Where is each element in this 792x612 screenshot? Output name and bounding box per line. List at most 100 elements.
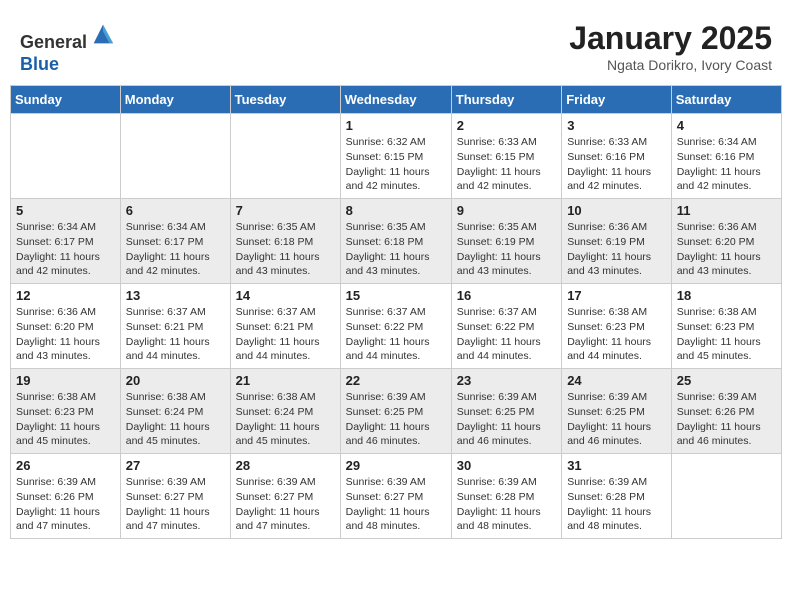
calendar-week-3: 12 Sunrise: 6:36 AM Sunset: 6:20 PM Dayli… — [11, 284, 782, 369]
day-number: 18 — [677, 288, 776, 303]
calendar-week-5: 26 Sunrise: 6:39 AM Sunset: 6:26 PM Dayli… — [11, 454, 782, 539]
calendar-cell: 9Sunrise: 6:35 AM Sunset: 6:19 PM Daylig… — [451, 199, 561, 284]
calendar-cell: 14 Sunrise: 6:37 AM Sunset: 6:21 PM Dayli… — [230, 284, 340, 369]
day-number: 24 — [567, 373, 666, 388]
calendar-cell: 3Sunrise: 6:33 AM Sunset: 6:16 PM Daylig… — [562, 114, 672, 199]
calendar-cell: 21 Sunrise: 6:38 AM Sunset: 6:24 PM Dayli… — [230, 369, 340, 454]
day-info: Sunrise: 6:39 AM Sunset: 6:27 PM Dayligh… — [346, 475, 446, 534]
day-info: Sunrise: 6:36 AM Sunset: 6:20 PM Dayligh… — [677, 220, 776, 279]
day-number: 29 — [346, 458, 446, 473]
day-number: 20 — [126, 373, 225, 388]
calendar-cell: 8 Sunrise: 6:35 AM Sunset: 6:18 PM Daylig… — [340, 199, 451, 284]
calendar-week-1: 1 Sunrise: 6:32 AM Sunset: 6:15 PM Daylig… — [11, 114, 782, 199]
day-number: 2 — [457, 118, 556, 133]
day-info: Sunrise: 6:35 AM Sunset: 6:18 PM Dayligh… — [236, 220, 335, 279]
weekday-header-thursday: Thursday — [451, 86, 561, 114]
day-info: Sunrise: 6:37 AM Sunset: 6:21 PM Dayligh… — [236, 305, 335, 364]
day-number: 31 — [567, 458, 666, 473]
calendar-cell: 25Sunrise: 6:39 AM Sunset: 6:26 PM Dayli… — [671, 369, 781, 454]
day-info: Sunrise: 6:39 AM Sunset: 6:25 PM Dayligh… — [346, 390, 446, 449]
day-number: 8 — [346, 203, 446, 218]
day-info: Sunrise: 6:39 AM Sunset: 6:27 PM Dayligh… — [236, 475, 335, 534]
day-number: 28 — [236, 458, 335, 473]
calendar-cell: 10 Sunrise: 6:36 AM Sunset: 6:19 PM Dayli… — [562, 199, 672, 284]
weekday-header-wednesday: Wednesday — [340, 86, 451, 114]
day-info: Sunrise: 6:35 AM Sunset: 6:19 PM Dayligh… — [457, 220, 556, 279]
calendar-cell: 29 Sunrise: 6:39 AM Sunset: 6:27 PM Dayli… — [340, 454, 451, 539]
day-info: Sunrise: 6:39 AM Sunset: 6:26 PM Dayligh… — [16, 475, 115, 534]
location-title: Ngata Dorikro, Ivory Coast — [569, 57, 772, 73]
day-number: 21 — [236, 373, 335, 388]
day-number: 6 — [126, 203, 225, 218]
day-info: Sunrise: 6:39 AM Sunset: 6:28 PM Dayligh… — [567, 475, 666, 534]
day-info: Sunrise: 6:34 AM Sunset: 6:16 PM Dayligh… — [677, 135, 776, 194]
calendar-cell: 26 Sunrise: 6:39 AM Sunset: 6:26 PM Dayli… — [11, 454, 121, 539]
day-number: 11 — [677, 203, 776, 218]
calendar-cell: 6 Sunrise: 6:34 AM Sunset: 6:17 PM Daylig… — [120, 199, 230, 284]
day-number: 23 — [457, 373, 556, 388]
day-number: 13 — [126, 288, 225, 303]
logo-general: General — [20, 32, 87, 52]
calendar-table: SundayMondayTuesdayWednesdayThursdayFrid… — [10, 85, 782, 539]
day-number: 4 — [677, 118, 776, 133]
logo: General Blue — [20, 20, 117, 75]
calendar-cell — [230, 114, 340, 199]
day-info: Sunrise: 6:37 AM Sunset: 6:22 PM Dayligh… — [457, 305, 556, 364]
day-info: Sunrise: 6:32 AM Sunset: 6:15 PM Dayligh… — [346, 135, 446, 194]
calendar-cell: 11 Sunrise: 6:36 AM Sunset: 6:20 PM Dayli… — [671, 199, 781, 284]
day-number: 7 — [236, 203, 335, 218]
day-number: 5 — [16, 203, 115, 218]
day-info: Sunrise: 6:39 AM Sunset: 6:28 PM Dayligh… — [457, 475, 556, 534]
day-number: 14 — [236, 288, 335, 303]
day-number: 12 — [16, 288, 115, 303]
weekday-header-sunday: Sunday — [11, 86, 121, 114]
month-title: January 2025 — [569, 20, 772, 57]
day-info: Sunrise: 6:36 AM Sunset: 6:19 PM Dayligh… — [567, 220, 666, 279]
day-info: Sunrise: 6:38 AM Sunset: 6:23 PM Dayligh… — [567, 305, 666, 364]
calendar-cell — [120, 114, 230, 199]
day-number: 15 — [346, 288, 446, 303]
calendar-cell: 27 Sunrise: 6:39 AM Sunset: 6:27 PM Dayli… — [120, 454, 230, 539]
day-info: Sunrise: 6:36 AM Sunset: 6:20 PM Dayligh… — [16, 305, 115, 364]
day-info: Sunrise: 6:38 AM Sunset: 6:24 PM Dayligh… — [236, 390, 335, 449]
day-info: Sunrise: 6:34 AM Sunset: 6:17 PM Dayligh… — [16, 220, 115, 279]
day-number: 10 — [567, 203, 666, 218]
calendar-week-4: 19Sunrise: 6:38 AM Sunset: 6:23 PM Dayli… — [11, 369, 782, 454]
calendar-cell: 16Sunrise: 6:37 AM Sunset: 6:22 PM Dayli… — [451, 284, 561, 369]
day-info: Sunrise: 6:37 AM Sunset: 6:22 PM Dayligh… — [346, 305, 446, 364]
day-info: Sunrise: 6:39 AM Sunset: 6:25 PM Dayligh… — [567, 390, 666, 449]
day-number: 1 — [346, 118, 446, 133]
calendar-cell: 12 Sunrise: 6:36 AM Sunset: 6:20 PM Dayli… — [11, 284, 121, 369]
calendar-cell: 13 Sunrise: 6:37 AM Sunset: 6:21 PM Dayli… — [120, 284, 230, 369]
day-info: Sunrise: 6:39 AM Sunset: 6:27 PM Dayligh… — [126, 475, 225, 534]
calendar-cell: 5 Sunrise: 6:34 AM Sunset: 6:17 PM Daylig… — [11, 199, 121, 284]
logo-icon — [89, 20, 117, 48]
calendar-cell — [671, 454, 781, 539]
weekday-header-monday: Monday — [120, 86, 230, 114]
day-info: Sunrise: 6:37 AM Sunset: 6:21 PM Dayligh… — [126, 305, 225, 364]
day-info: Sunrise: 6:33 AM Sunset: 6:16 PM Dayligh… — [567, 135, 666, 194]
calendar-cell: 24 Sunrise: 6:39 AM Sunset: 6:25 PM Dayli… — [562, 369, 672, 454]
day-info: Sunrise: 6:39 AM Sunset: 6:25 PM Dayligh… — [457, 390, 556, 449]
day-info: Sunrise: 6:34 AM Sunset: 6:17 PM Dayligh… — [126, 220, 225, 279]
calendar-cell: 22Sunrise: 6:39 AM Sunset: 6:25 PM Dayli… — [340, 369, 451, 454]
page-header: General Blue January 2025 Ngata Dorikro,… — [10, 10, 782, 80]
day-number: 27 — [126, 458, 225, 473]
calendar-cell: 19Sunrise: 6:38 AM Sunset: 6:23 PM Dayli… — [11, 369, 121, 454]
weekday-header-friday: Friday — [562, 86, 672, 114]
calendar-cell: 4 Sunrise: 6:34 AM Sunset: 6:16 PM Daylig… — [671, 114, 781, 199]
calendar-week-2: 5 Sunrise: 6:34 AM Sunset: 6:17 PM Daylig… — [11, 199, 782, 284]
day-number: 17 — [567, 288, 666, 303]
day-number: 26 — [16, 458, 115, 473]
day-info: Sunrise: 6:38 AM Sunset: 6:23 PM Dayligh… — [677, 305, 776, 364]
logo-blue: Blue — [20, 54, 59, 74]
day-info: Sunrise: 6:35 AM Sunset: 6:18 PM Dayligh… — [346, 220, 446, 279]
logo-text: General Blue — [20, 20, 117, 75]
calendar-cell — [11, 114, 121, 199]
calendar-cell: 2 Sunrise: 6:33 AM Sunset: 6:15 PM Daylig… — [451, 114, 561, 199]
day-info: Sunrise: 6:33 AM Sunset: 6:15 PM Dayligh… — [457, 135, 556, 194]
calendar-cell: 15 Sunrise: 6:37 AM Sunset: 6:22 PM Dayli… — [340, 284, 451, 369]
calendar-cell: 7 Sunrise: 6:35 AM Sunset: 6:18 PM Daylig… — [230, 199, 340, 284]
day-number: 19 — [16, 373, 115, 388]
calendar-cell: 23 Sunrise: 6:39 AM Sunset: 6:25 PM Dayli… — [451, 369, 561, 454]
